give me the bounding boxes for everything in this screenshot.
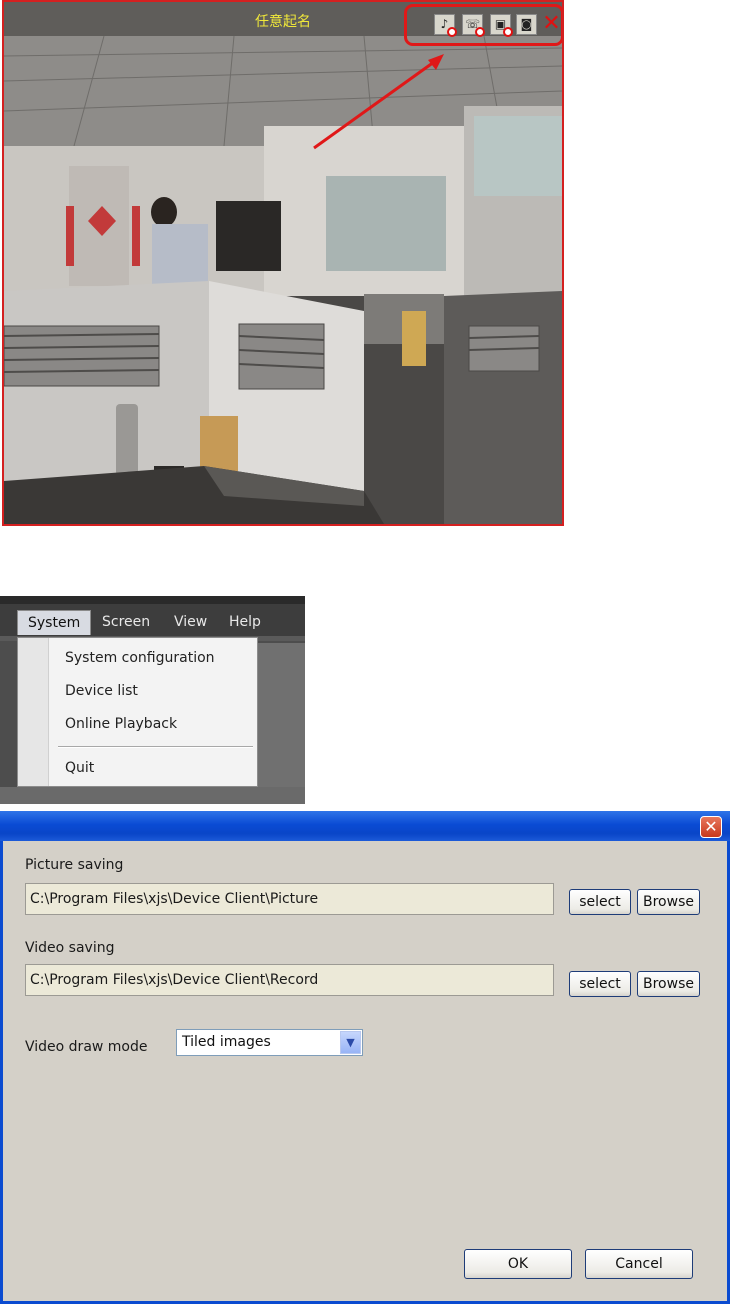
video-browse-button[interactable]: Browse bbox=[637, 971, 700, 997]
menu-bar: System Screen View Help bbox=[0, 596, 305, 641]
camera-image bbox=[4, 36, 562, 524]
picture-path-field[interactable]: C:\Program Files\xjs\Device Client\Pictu… bbox=[25, 883, 554, 915]
menu-item-quit[interactable]: Quit bbox=[65, 760, 94, 776]
config-dialog: ✕ Picture saving C:\Program Files\xjs\De… bbox=[0, 811, 730, 1304]
draw-mode-value: Tiled images bbox=[182, 1034, 271, 1050]
mute-audio-icon[interactable]: ♪ bbox=[434, 14, 457, 37]
close-icon[interactable]: ✕ bbox=[541, 13, 562, 35]
close-icon[interactable]: ✕ bbox=[700, 816, 722, 838]
stop-talk-icon[interactable]: ☏ bbox=[462, 14, 485, 37]
picture-select-button[interactable]: select bbox=[569, 889, 631, 915]
menu-item-system-configuration[interactable]: System configuration bbox=[65, 650, 215, 666]
snapshot-icon[interactable]: ◙ bbox=[516, 14, 537, 35]
chevron-down-icon[interactable]: ▼ bbox=[340, 1031, 361, 1054]
menu-view[interactable]: View bbox=[174, 614, 207, 630]
video-select-button[interactable]: select bbox=[569, 971, 631, 997]
menu-help[interactable]: Help bbox=[229, 614, 261, 630]
background-window bbox=[258, 643, 305, 804]
menu-item-device-list[interactable]: Device list bbox=[65, 683, 138, 699]
video-path-field[interactable]: C:\Program Files\xjs\Device Client\Recor… bbox=[25, 964, 554, 996]
picture-browse-button[interactable]: Browse bbox=[637, 889, 700, 915]
cancel-button[interactable]: Cancel bbox=[585, 1249, 693, 1279]
system-dropdown: System configuration Device list Online … bbox=[17, 637, 258, 787]
dialog-title-bar: ✕ bbox=[0, 811, 730, 841]
dropdown-gutter bbox=[18, 638, 49, 786]
dialog-frame-left bbox=[0, 841, 3, 1304]
stop-record-icon[interactable]: ▣ bbox=[490, 14, 513, 37]
menu-item-online-playback[interactable]: Online Playback bbox=[65, 716, 177, 732]
menu-system[interactable]: System bbox=[17, 610, 92, 635]
camera-toolbar-highlight: ♪ ☏ ▣ ◙ ✕ bbox=[404, 4, 562, 46]
draw-mode-select[interactable]: Tiled images ▼ bbox=[176, 1029, 363, 1056]
menu-separator bbox=[58, 746, 253, 748]
camera-view: 任意起名 ♪ ☏ ▣ ◙ ✕ bbox=[2, 0, 564, 526]
draw-mode-label: Video draw mode bbox=[25, 1039, 148, 1055]
menu-panel: System Screen View Help System configura… bbox=[0, 596, 305, 804]
background-window-bottom bbox=[0, 787, 305, 804]
video-saving-label: Video saving bbox=[25, 940, 115, 956]
picture-saving-label: Picture saving bbox=[25, 857, 124, 873]
menu-screen[interactable]: Screen bbox=[102, 614, 150, 630]
ok-button[interactable]: OK bbox=[464, 1249, 572, 1279]
